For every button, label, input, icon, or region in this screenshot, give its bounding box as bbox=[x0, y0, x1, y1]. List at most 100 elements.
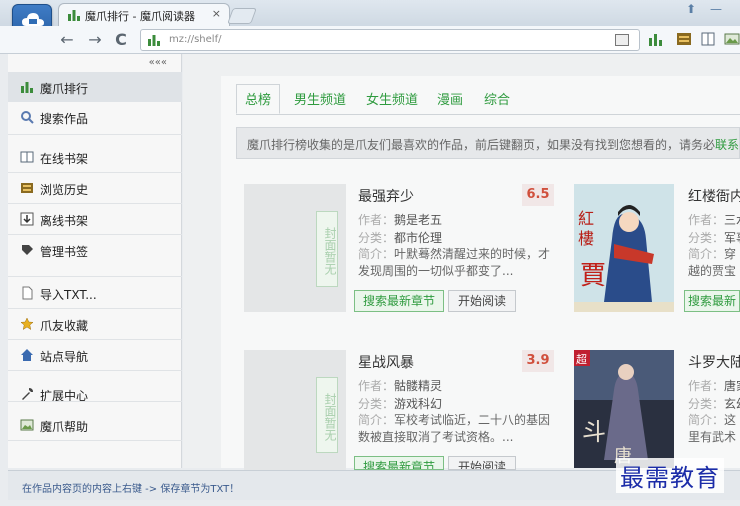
sidebar: ««« 魔爪排行 搜索作品 在线书架 浏览历史 离线书架 管理书签 导入TXT.… bbox=[8, 54, 182, 468]
forward-button[interactable]: → bbox=[84, 29, 106, 51]
history-ext-icon[interactable] bbox=[676, 31, 692, 47]
book-title[interactable]: 最强弃少 bbox=[358, 186, 414, 206]
book-title[interactable]: 红楼衙内 bbox=[688, 186, 740, 206]
sidebar-item-offline-shelf[interactable]: 离线书架 bbox=[8, 204, 182, 234]
book-cover-image[interactable]: 紅 樓 賈 bbox=[574, 184, 674, 312]
cover-illustration: 超 斗 唐 bbox=[574, 350, 674, 468]
svg-text:樓: 樓 bbox=[578, 229, 594, 248]
book-author: 作者：骷髅精灵 bbox=[358, 379, 443, 393]
cover-illustration: 紅 樓 賈 bbox=[574, 184, 674, 312]
minimize-button[interactable]: — bbox=[710, 2, 722, 16]
ranking-ext-icon[interactable] bbox=[648, 31, 664, 47]
start-reading-button[interactable]: 开始阅读 bbox=[448, 290, 516, 312]
book-ext-icon[interactable] bbox=[700, 31, 716, 47]
sidebar-item-label: 爪友收藏 bbox=[40, 319, 89, 333]
search-latest-button[interactable]: 搜索最新章节 bbox=[354, 290, 444, 312]
book-description: 简介：军校考试临近，二十八的基因数被直接取消了考试资格。... bbox=[358, 413, 551, 444]
sidebar-item-label: 站点导航 bbox=[40, 350, 89, 364]
score-badge: 6.5 bbox=[522, 184, 554, 206]
sidebar-item-label: 浏览历史 bbox=[40, 183, 89, 197]
book-title[interactable]: 斗罗大陆 bbox=[688, 352, 740, 372]
wrench-icon bbox=[22, 388, 33, 400]
sidebar-item-history[interactable]: 浏览历史 bbox=[8, 173, 182, 203]
bar-chart-icon bbox=[68, 10, 80, 21]
collapse-sidebar-button[interactable]: ««« bbox=[149, 57, 167, 68]
search-latest-button[interactable]: 搜索最新章节 bbox=[354, 456, 444, 470]
book-description: 简介：叶默蓦然清醒过来的时候，才发现周围的一切似乎都变了... bbox=[358, 247, 551, 278]
divider bbox=[8, 134, 182, 135]
divider bbox=[8, 401, 182, 402]
sidebar-item-bookmarks[interactable]: 管理书签 bbox=[8, 235, 182, 265]
sidebar-item-favorites[interactable]: 爪友收藏 bbox=[8, 309, 182, 339]
book-description: 简介：这里有武术 bbox=[688, 413, 737, 444]
score-badge: 3.9 bbox=[522, 350, 554, 372]
sidebar-item-online-shelf[interactable]: 在线书架 bbox=[8, 142, 182, 172]
svg-text:斗: 斗 bbox=[582, 418, 606, 446]
bar-chart-icon bbox=[148, 35, 160, 46]
svg-text:超: 超 bbox=[576, 352, 587, 366]
contact-link[interactable]: 联系 bbox=[715, 138, 739, 152]
address-bar[interactable]: mz://shelf/ bbox=[140, 29, 640, 51]
book-category: 分类：都市伦理 bbox=[358, 231, 443, 245]
star-icon bbox=[20, 317, 34, 331]
bookmark-icon bbox=[22, 245, 33, 255]
svg-text:賈: 賈 bbox=[580, 261, 606, 291]
notice-banner: 魔爪排行榜收集的是爪友们最喜欢的作品，前后键翻页，如果没有找到您想看的，请务必联… bbox=[236, 127, 740, 159]
book-author: 作者：鹅是老五 bbox=[358, 213, 443, 227]
tab-title: 魔爪排行 - 魔爪阅读器 bbox=[85, 10, 195, 23]
reload-button[interactable]: C bbox=[110, 29, 132, 51]
sidebar-item-label: 导入TXT... bbox=[40, 288, 97, 302]
back-button[interactable]: ← bbox=[56, 29, 78, 51]
sidebar-item-import-txt[interactable]: 导入TXT... bbox=[8, 278, 182, 308]
image-ext-icon[interactable] bbox=[724, 31, 740, 47]
status-tip: 在作品内容页的内容上右键 -> 保存章节为TXT！ bbox=[22, 484, 240, 495]
divider bbox=[8, 440, 182, 441]
search-latest-button[interactable]: 搜索最新 bbox=[684, 290, 740, 312]
reader-mode-icon[interactable] bbox=[615, 34, 629, 46]
sidebar-item-label: 搜索作品 bbox=[40, 112, 89, 126]
sidebar-item-label: 离线书架 bbox=[40, 214, 89, 228]
book-title[interactable]: 星战风暴 bbox=[358, 352, 414, 372]
book-cover-placeholder[interactable]: 封面暂无 bbox=[244, 184, 346, 312]
book-description: 简介：穿越的贾宝玉... bbox=[688, 247, 737, 278]
sidebar-item-ranking[interactable]: 魔爪排行 bbox=[8, 72, 182, 102]
cover-placeholder-label: 封面暂无 bbox=[316, 377, 338, 453]
divider bbox=[8, 370, 182, 371]
sidebar-item-site-nav[interactable]: 站点导航 bbox=[8, 340, 182, 370]
sidebar-item-extensions[interactable]: 扩展中心 bbox=[8, 379, 182, 409]
pin-icon[interactable]: ⬆ bbox=[686, 2, 696, 16]
tab-overall[interactable]: 总榜 bbox=[236, 84, 281, 114]
tab-close-button[interactable]: × bbox=[212, 7, 221, 20]
title-bar: 魔爪排行 - 魔爪阅读器 × ⬆ — bbox=[0, 0, 740, 26]
search-icon bbox=[21, 111, 34, 124]
browser-tab[interactable]: 魔爪排行 - 魔爪阅读器 × bbox=[58, 3, 230, 26]
divider bbox=[8, 276, 182, 277]
sidebar-item-label: 在线书架 bbox=[40, 152, 89, 166]
help-image-icon bbox=[20, 419, 34, 431]
svg-text:紅: 紅 bbox=[578, 209, 594, 228]
book-category: 分类：玄幻 bbox=[688, 397, 740, 411]
book-author: 作者：唐家 bbox=[688, 379, 740, 393]
sidebar-item-help[interactable]: 魔爪帮助 bbox=[8, 410, 182, 440]
new-tab-button[interactable] bbox=[227, 8, 257, 24]
notice-text: 魔爪排行榜收集的是爪友们最喜欢的作品，前后键翻页，如果没有找到您想看的，请务必 bbox=[247, 138, 716, 152]
watermark: 最需教育 bbox=[616, 458, 724, 493]
sidebar-item-search[interactable]: 搜索作品 bbox=[8, 102, 182, 132]
start-reading-button[interactable]: 开始阅读 bbox=[448, 456, 516, 470]
cover-placeholder-label: 封面暂无 bbox=[316, 211, 338, 287]
tabs-divider bbox=[236, 114, 740, 115]
download-icon bbox=[20, 212, 34, 226]
sidebar-item-label: 魔爪帮助 bbox=[40, 420, 89, 434]
book-category: 分类：军事 bbox=[688, 231, 740, 245]
book-icon bbox=[20, 151, 34, 163]
book-author: 作者：三水 bbox=[688, 213, 740, 227]
book-cover-image[interactable]: 超 斗 唐 bbox=[574, 350, 674, 468]
history-icon bbox=[21, 183, 33, 193]
home-icon bbox=[21, 349, 33, 361]
bar-chart-icon bbox=[21, 82, 33, 93]
book-cover-placeholder[interactable]: 封面暂无 bbox=[244, 350, 346, 478]
sidebar-item-label: 魔爪排行 bbox=[40, 82, 89, 96]
navigation-toolbar: ← → C mz://shelf/ bbox=[0, 26, 740, 54]
book-category: 分类：游戏科幻 bbox=[358, 397, 443, 411]
file-icon bbox=[22, 286, 33, 300]
